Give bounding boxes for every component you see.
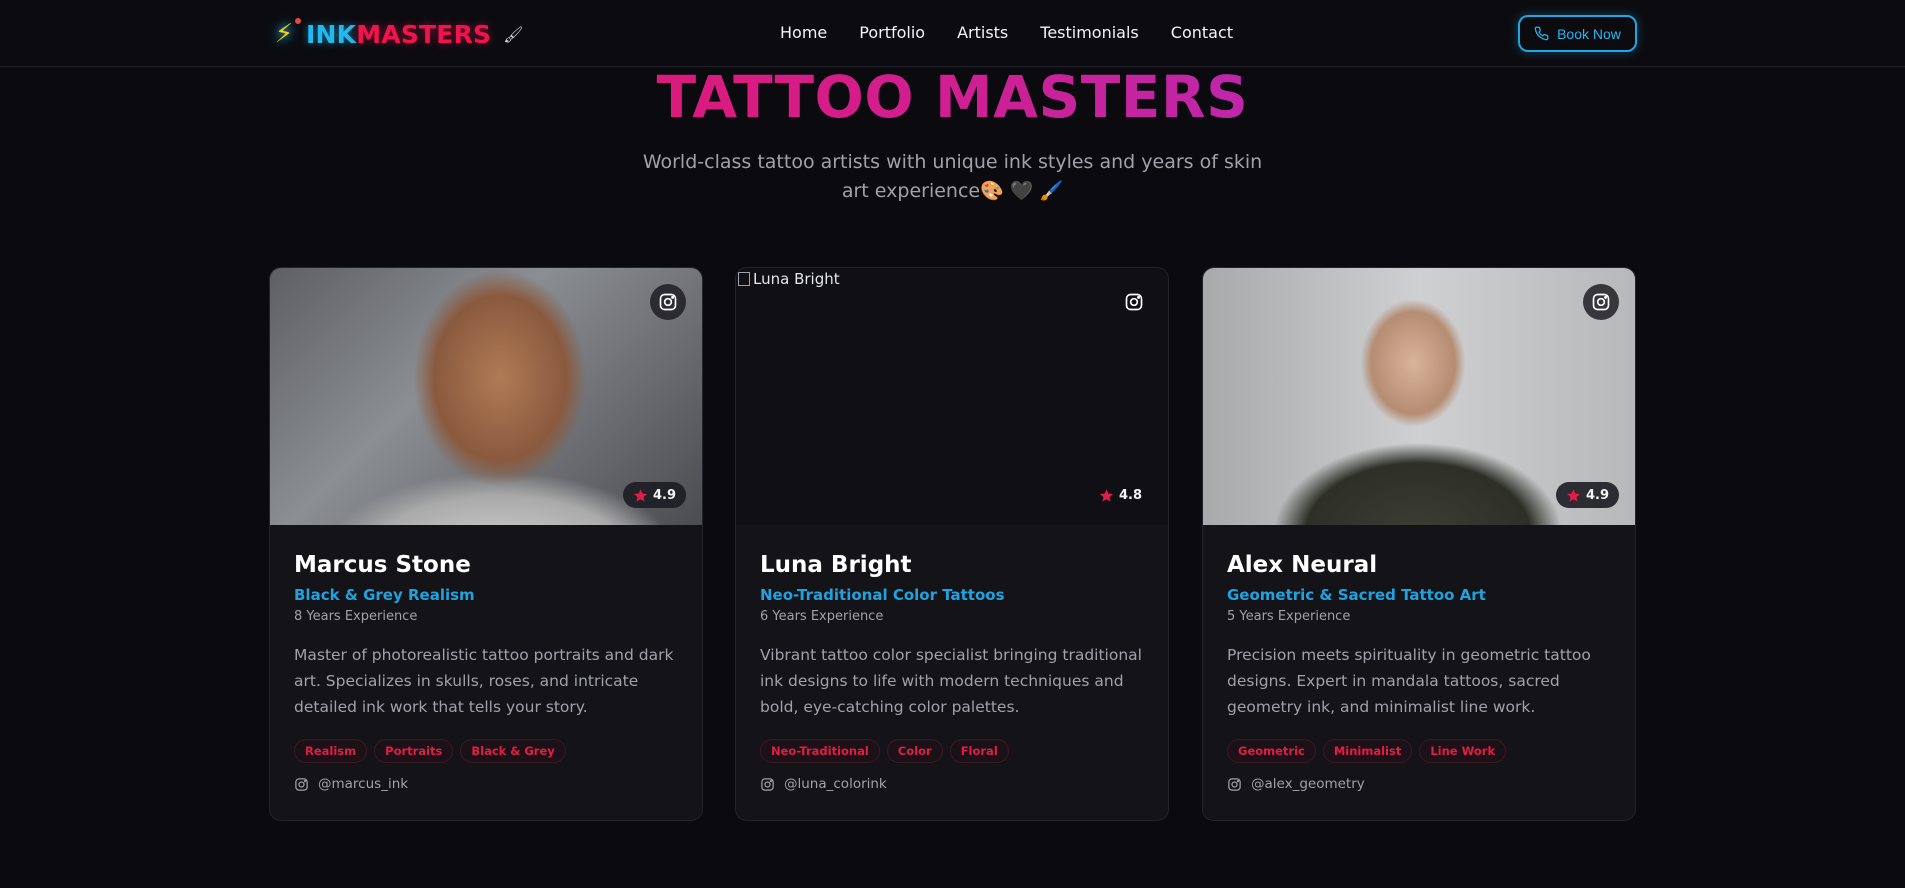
artist-experience: 5 Years Experience bbox=[1227, 609, 1351, 624]
tag: Floral bbox=[949, 739, 1009, 763]
instagram-icon bbox=[1228, 777, 1241, 791]
tag-list: Realism Portraits Black & Grey bbox=[294, 739, 566, 763]
instagram-handle-text: @alex_geometry bbox=[1251, 776, 1365, 792]
artist-experience: 6 Years Experience bbox=[760, 609, 884, 624]
tag: Black & Grey bbox=[460, 739, 566, 763]
rating-badge: 4.9 bbox=[622, 482, 686, 508]
artist-name: Alex Neural bbox=[1227, 552, 1378, 578]
brand-ink: INK bbox=[306, 19, 357, 49]
broken-image: Luna Bright bbox=[738, 270, 840, 288]
tag: Color bbox=[886, 739, 943, 763]
tag: Geometric bbox=[1227, 739, 1316, 763]
tag: Realism bbox=[294, 739, 368, 763]
nav-testimonials[interactable]: Testimonials bbox=[1040, 20, 1139, 46]
tag: Portraits bbox=[374, 739, 454, 763]
star-icon bbox=[633, 488, 648, 502]
logo-dot bbox=[295, 18, 301, 24]
page-title: TATTOO MASTERS bbox=[0, 62, 1905, 132]
artist-card-marcus[interactable]: 4.9 Marcus Stone Black & Grey Realism 8 … bbox=[269, 267, 703, 821]
nav-contact[interactable]: Contact bbox=[1171, 20, 1233, 46]
artist-style: Neo-Traditional Color Tattoos bbox=[760, 586, 1005, 604]
artist-description: Master of photorealistic tattoo portrait… bbox=[294, 646, 674, 716]
instagram-handle[interactable]: @luna_colorink bbox=[760, 776, 887, 792]
tag: Neo-Traditional bbox=[760, 739, 880, 763]
rating-value: 4.9 bbox=[1585, 487, 1609, 503]
star-icon bbox=[1566, 488, 1581, 502]
artist-card-alex[interactable]: 4.9 Alex Neural Geometric & Sacred Tatto… bbox=[1202, 267, 1636, 821]
book-now-button[interactable]: Book Now bbox=[1518, 15, 1637, 52]
instagram-handle[interactable]: @alex_geometry bbox=[1227, 776, 1365, 792]
brand-logo[interactable]: ⚡ INKMASTERS 🖌 bbox=[268, 14, 524, 54]
site-header: ⚡ INKMASTERS 🖌 Home Portfolio Artists Te… bbox=[0, 0, 1905, 67]
artist-name: Luna Bright bbox=[760, 552, 912, 578]
artist-card-luna[interactable]: Luna Bright 4.8 Luna Bright Neo-Traditio… bbox=[735, 267, 1169, 821]
artist-description: Precision meets spirituality in geometri… bbox=[1227, 646, 1591, 716]
nav-home[interactable]: Home bbox=[780, 20, 827, 46]
artist-style: Geometric & Sacred Tattoo Art bbox=[1227, 586, 1486, 604]
artist-style: Black & Grey Realism bbox=[294, 586, 475, 604]
nav-artists[interactable]: Artists bbox=[957, 20, 1008, 46]
card-body: Alex Neural Geometric & Sacred Tattoo Ar… bbox=[1227, 550, 1611, 720]
brand-name: INKMASTERS bbox=[306, 20, 491, 49]
star-icon bbox=[1099, 488, 1114, 502]
phone-icon bbox=[1534, 26, 1549, 41]
rating-badge: 4.8 bbox=[1089, 482, 1152, 508]
tag-list: Neo-Traditional Color Floral bbox=[760, 739, 1009, 763]
instagram-icon[interactable] bbox=[650, 284, 686, 320]
page-subtitle: World-class tattoo artists with unique i… bbox=[642, 151, 1263, 202]
artist-experience: 8 Years Experience bbox=[294, 609, 418, 624]
book-now-label: Book Now bbox=[1557, 25, 1621, 42]
tag: Line Work bbox=[1419, 739, 1507, 763]
artist-description: Vibrant tattoo color specialist bringing… bbox=[760, 646, 1142, 716]
image-alt-text: Luna Bright bbox=[753, 270, 840, 288]
artist-name: Marcus Stone bbox=[294, 552, 471, 578]
instagram-icon bbox=[761, 777, 774, 791]
instagram-icon[interactable] bbox=[1116, 284, 1152, 320]
rating-value: 4.9 bbox=[652, 487, 676, 503]
rating-value: 4.8 bbox=[1118, 487, 1142, 503]
broken-image-icon bbox=[738, 272, 750, 286]
card-body: Marcus Stone Black & Grey Realism 8 Year… bbox=[294, 550, 678, 720]
instagram-handle[interactable]: @marcus_ink bbox=[294, 776, 408, 792]
instagram-icon[interactable] bbox=[1583, 284, 1619, 320]
tag-list: Geometric Minimalist Line Work bbox=[1227, 739, 1507, 763]
main-nav: Home Portfolio Artists Testimonials Cont… bbox=[780, 20, 1233, 46]
rating-badge: 4.9 bbox=[1555, 482, 1619, 508]
instagram-handle-text: @marcus_ink bbox=[318, 776, 409, 792]
card-body: Luna Bright Neo-Traditional Color Tattoo… bbox=[760, 550, 1144, 720]
instagram-icon bbox=[295, 777, 308, 791]
brand-masters: MASTERS bbox=[356, 19, 492, 49]
nav-portfolio[interactable]: Portfolio bbox=[859, 20, 925, 46]
brush-icon: 🖌 bbox=[503, 24, 524, 44]
tag: Minimalist bbox=[1322, 739, 1413, 763]
instagram-handle-text: @luna_colorink bbox=[784, 776, 887, 792]
